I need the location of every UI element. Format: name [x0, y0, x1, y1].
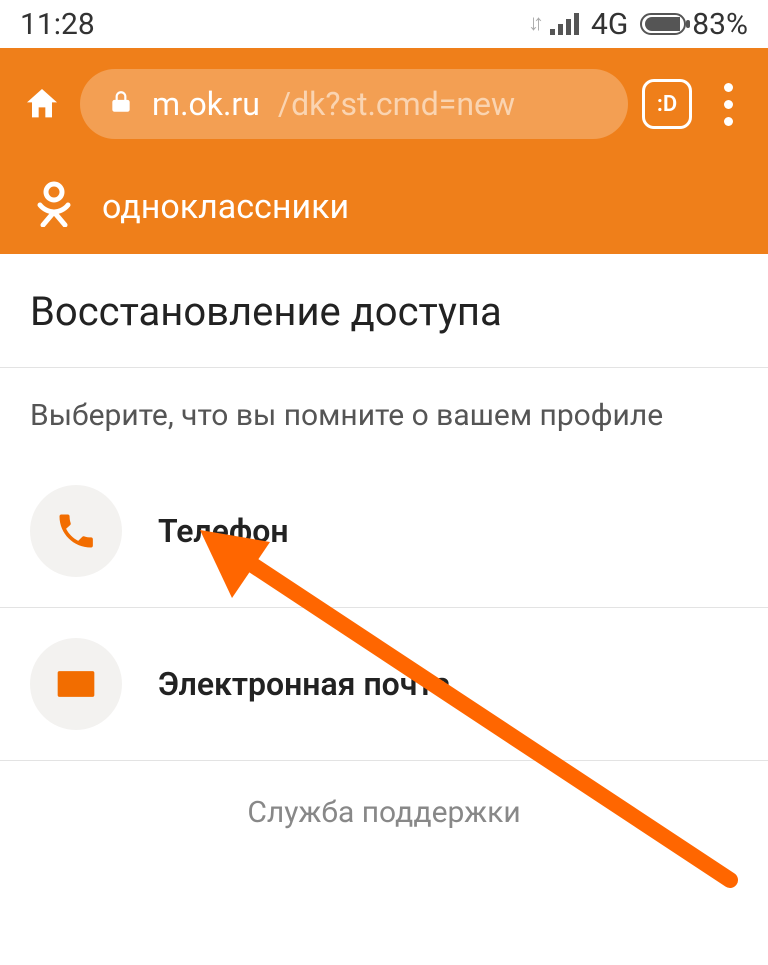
clock: 11:28	[20, 7, 95, 42]
address-bar[interactable]: m.ok.ru/dk?st.cmd=new	[80, 69, 628, 139]
option-email-label: Электронная почта	[158, 665, 450, 703]
browser-toolbar: m.ok.ru/dk?st.cmd=new :D	[0, 48, 768, 160]
url-path: /dk?st.cmd=new	[278, 85, 515, 123]
site-header: одноклассники	[0, 160, 768, 254]
signal-icon	[550, 13, 579, 35]
page-content: Восстановление доступа Выберите, что вы …	[0, 254, 768, 858]
battery-indicator: 83%	[640, 7, 748, 42]
phone-icon	[30, 485, 122, 577]
data-arrows-icon: ↓↑	[528, 13, 538, 35]
network-label: 4G	[591, 7, 628, 42]
support-link[interactable]: Служба поддержки	[0, 761, 768, 858]
battery-percent: 83%	[692, 7, 748, 42]
email-icon	[30, 638, 122, 730]
tabs-button[interactable]: :D	[642, 79, 692, 129]
page-subtitle: Выберите, что вы помните о вашем профиле	[0, 368, 768, 455]
option-phone-label: Телефон	[158, 512, 289, 550]
overflow-menu-button[interactable]	[706, 77, 750, 132]
status-right: ↓↑ 4G 83%	[528, 7, 748, 42]
option-phone[interactable]: Телефон	[0, 455, 768, 607]
tabs-count-face: :D	[657, 92, 677, 117]
option-email[interactable]: Электронная почта	[0, 608, 768, 760]
battery-icon	[640, 13, 686, 35]
home-button[interactable]	[18, 80, 66, 128]
home-icon	[22, 84, 62, 124]
status-bar: 11:28 ↓↑ 4G 83%	[0, 0, 768, 48]
site-brand-text: одноклассники	[102, 187, 349, 227]
url-host: m.ok.ru	[152, 85, 260, 123]
lock-icon	[108, 85, 134, 123]
ok-logo-icon	[30, 179, 78, 236]
page-title: Восстановление доступа	[0, 254, 768, 367]
